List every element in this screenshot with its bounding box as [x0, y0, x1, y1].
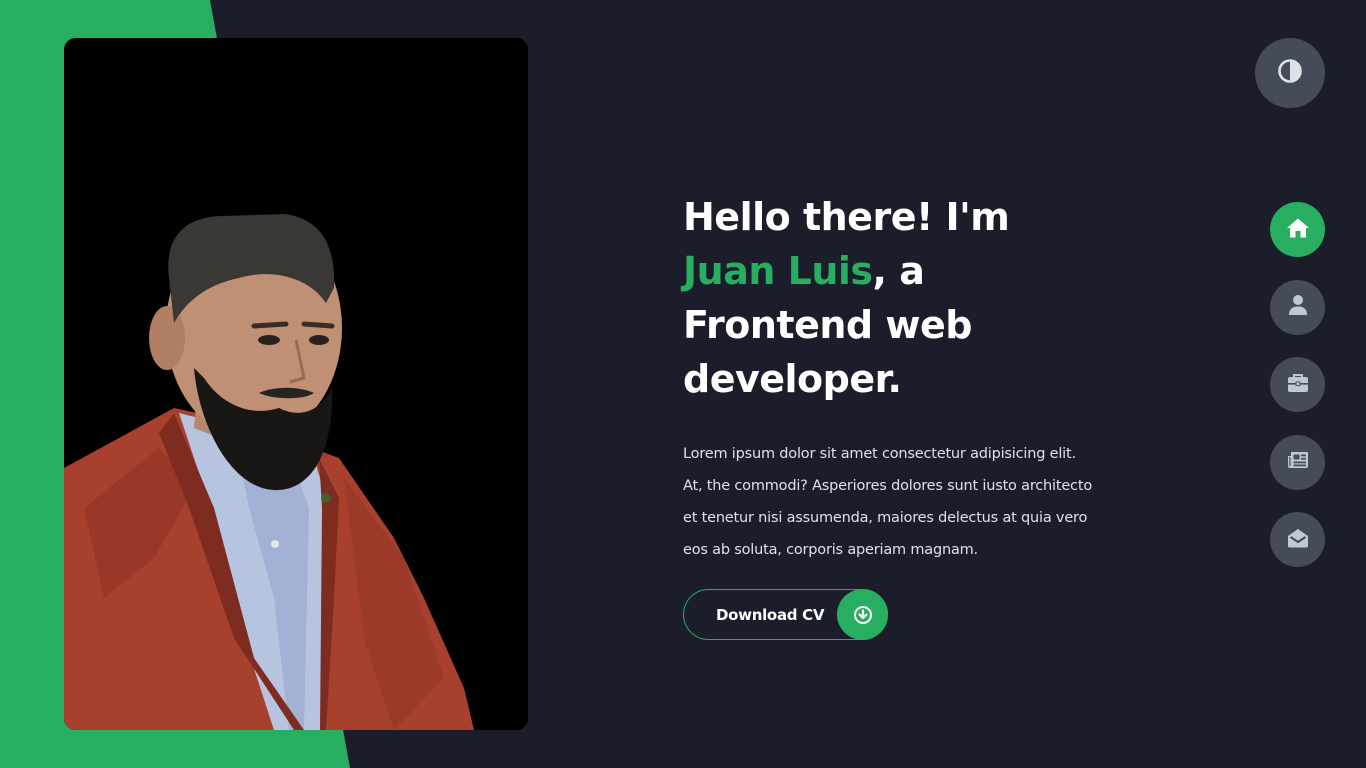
hero-description: Lorem ipsum dolor sit amet consectetur a… — [683, 446, 1092, 558]
nav-home-button[interactable] — [1270, 202, 1325, 257]
side-nav — [1270, 202, 1325, 590]
download-cv-button[interactable]: Download CV — [683, 589, 888, 640]
newspaper-icon — [1287, 450, 1309, 474]
download-circle-icon — [837, 589, 888, 640]
contrast-icon — [1277, 58, 1303, 88]
profile-photo — [64, 38, 528, 730]
hero-section: Hello there! I'm Juan Luis, a Frontend w… — [683, 190, 1093, 640]
envelope-open-icon — [1287, 527, 1309, 553]
nav-contact-button[interactable] — [1270, 512, 1325, 567]
theme-toggle-button[interactable] — [1255, 38, 1325, 108]
nav-blogs-button[interactable] — [1270, 434, 1325, 490]
download-cv-label: Download CV — [716, 605, 825, 624]
user-icon — [1288, 294, 1308, 320]
profile-photo-illustration — [64, 38, 528, 730]
nav-about-button[interactable] — [1270, 279, 1325, 335]
home-icon — [1286, 217, 1310, 243]
briefcase-icon — [1287, 373, 1309, 397]
nav-portfolio-button[interactable] — [1270, 357, 1325, 412]
hero-title-name: Juan Luis — [683, 249, 873, 293]
page: Hello there! I'm Juan Luis, a Frontend w… — [0, 0, 1366, 768]
hero-title: Hello there! I'm Juan Luis, a Frontend w… — [683, 190, 1093, 406]
hero-title-prefix: Hello there! I'm — [683, 195, 1010, 239]
